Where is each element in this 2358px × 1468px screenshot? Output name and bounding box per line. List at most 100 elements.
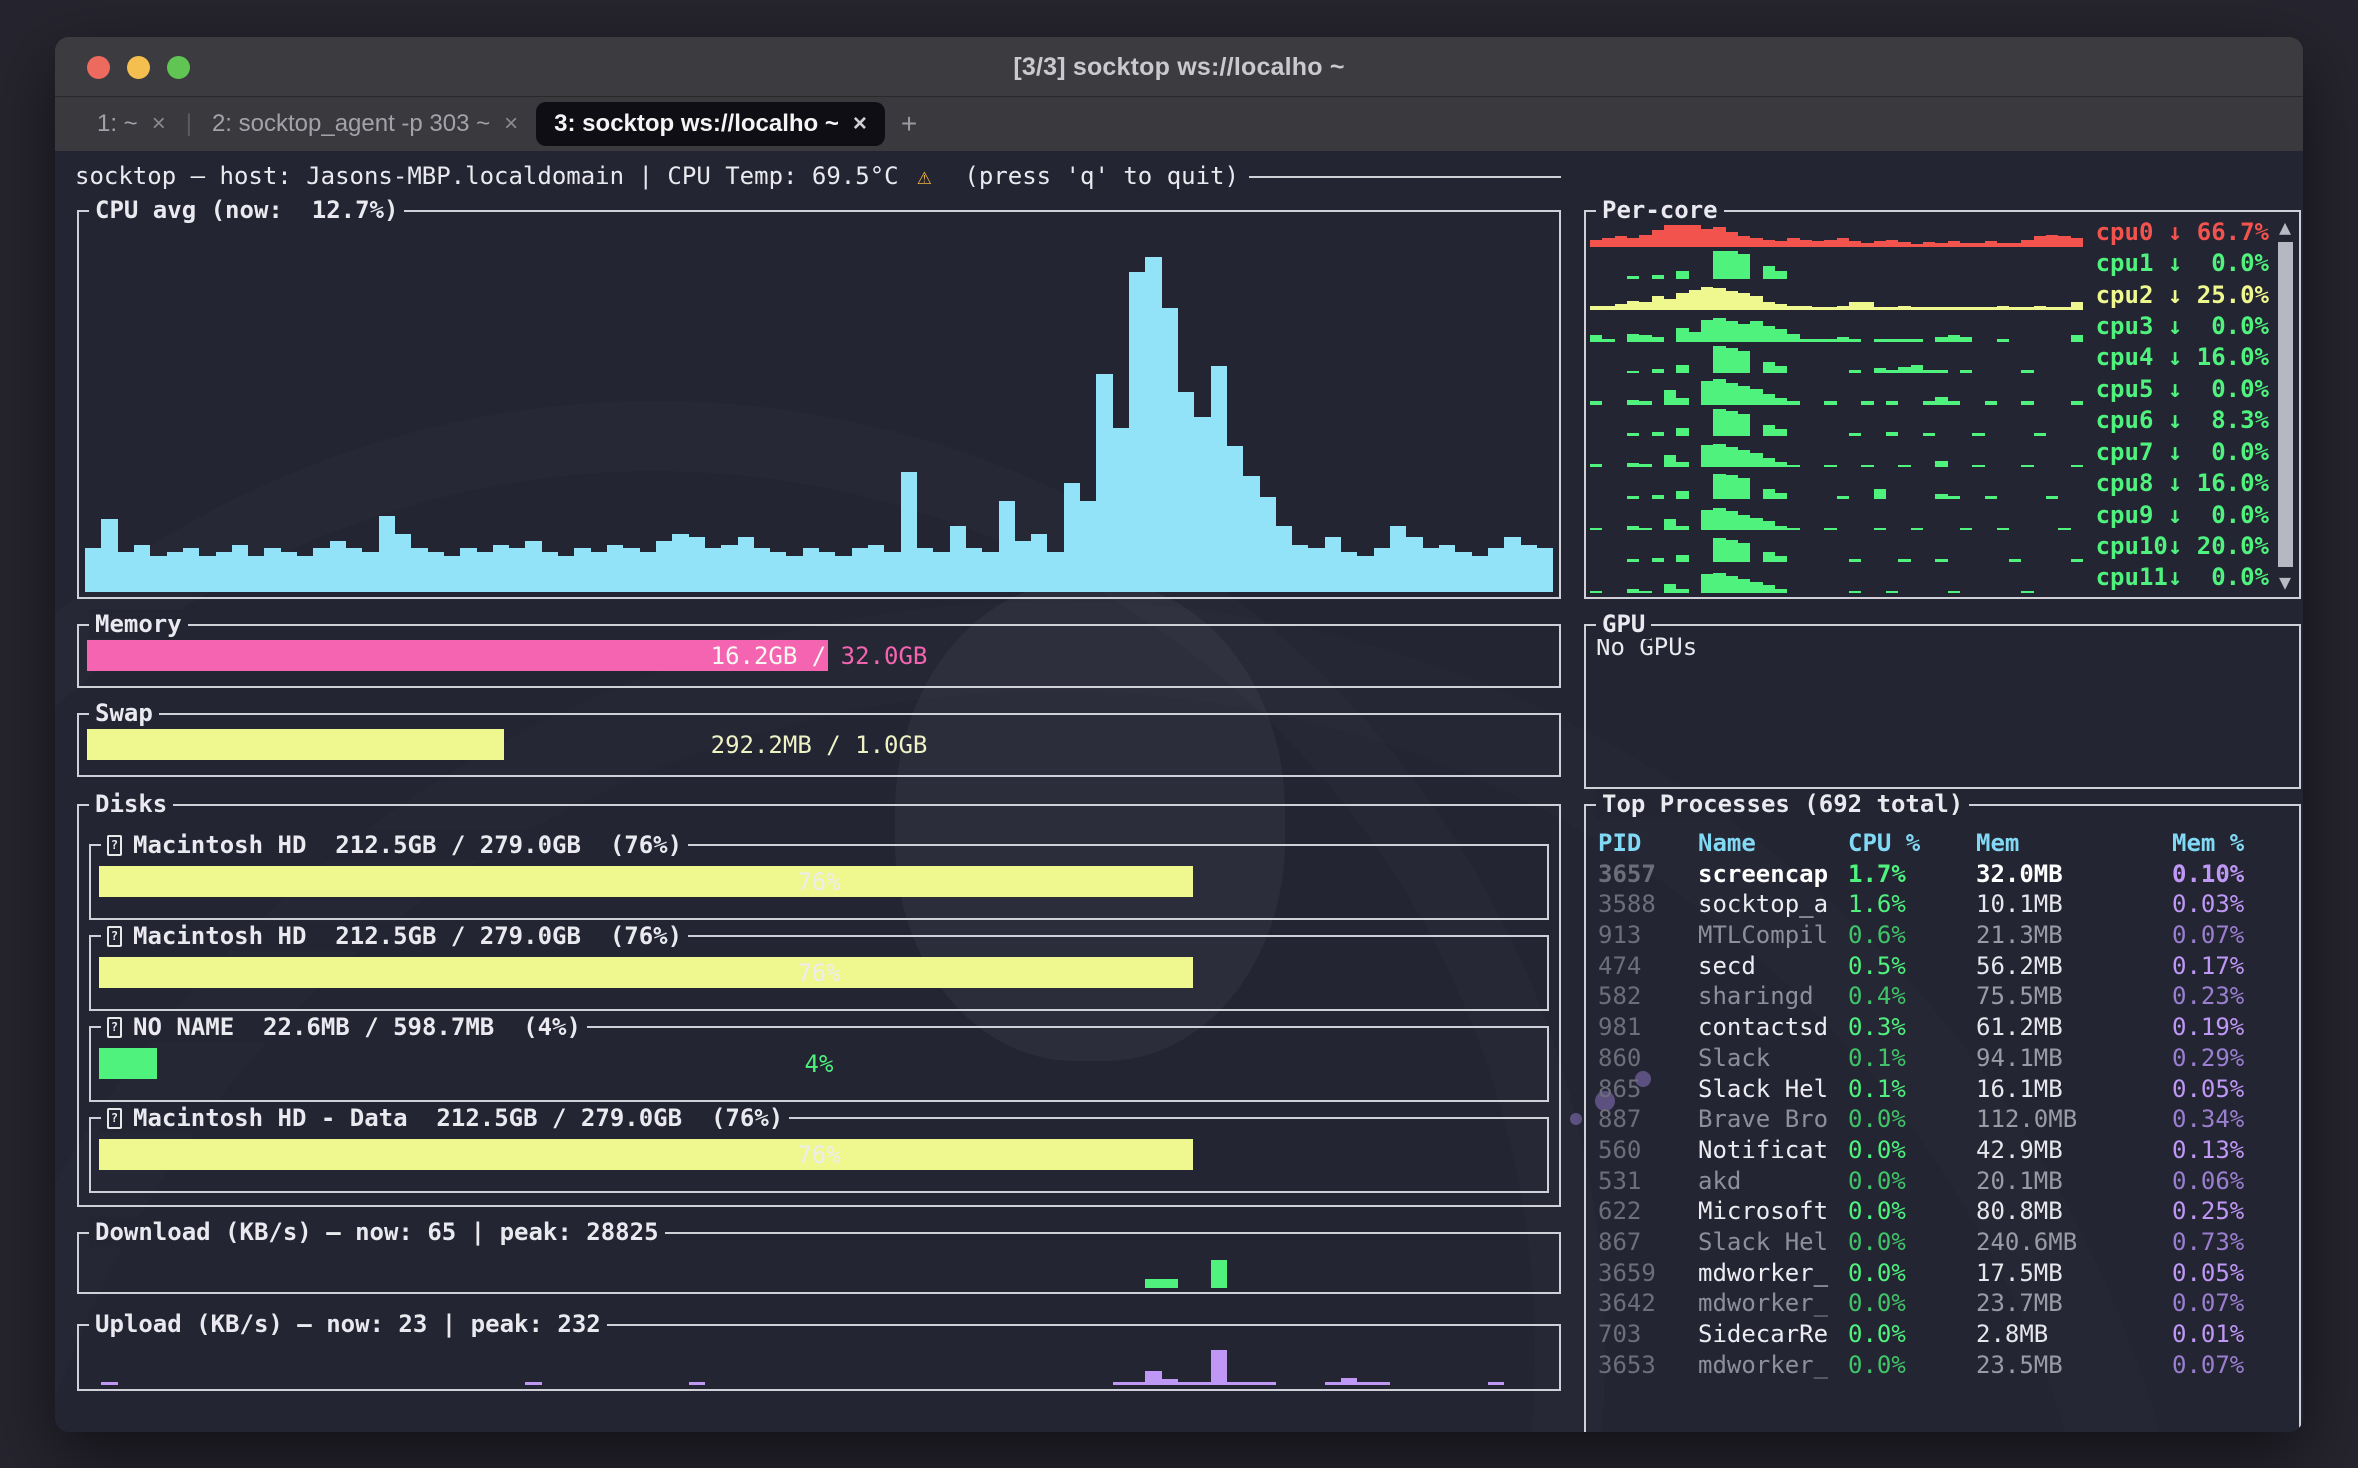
top-processes-panel: Top Processes (692 total) PIDNameCPU %Me… [1584, 804, 2301, 1432]
chart-bar [1390, 526, 1406, 592]
chart-bar [1701, 229, 1713, 248]
process-cell-memp: 0.07% [2172, 1288, 2299, 1319]
disk-percent-label: 4% [805, 1049, 834, 1079]
chart-bar [1713, 538, 1725, 562]
disk-panel-title: ?Macintosh HD 212.5GB / 279.0GB (76%) [101, 830, 688, 860]
process-cell-name: screencap [1698, 859, 1848, 890]
chart-bar [770, 552, 786, 592]
tab-2[interactable]: 2: socktop_agent -p 303 ~× [194, 102, 536, 146]
disk-title-text: Macintosh HD - Data 212.5GB / 279.0GB (7… [133, 1103, 783, 1133]
process-cell-mem: 23.7MB [1976, 1288, 2172, 1319]
chart-bar [477, 552, 493, 592]
chart-bar [1738, 254, 1750, 279]
process-cell-name: Slack Hel [1698, 1227, 1848, 1258]
chart-bar [1676, 293, 1688, 310]
tab-close-icon[interactable]: × [152, 110, 166, 138]
scroll-up-icon[interactable]: ▲ [2279, 214, 2291, 240]
process-cell-mem: 32.0MB [1976, 859, 2172, 890]
chart-bar [1676, 589, 1688, 593]
process-cell-memp: 0.19% [2172, 1012, 2299, 1043]
chart-bar [999, 501, 1015, 592]
tab-1[interactable]: 1: ~× [79, 102, 184, 146]
chart-bar [1676, 365, 1688, 373]
process-cell-name: socktop_a [1698, 889, 1848, 920]
chart-bar [2058, 236, 2070, 247]
core-row-cpu5: cpu5 ↓ 0.0% [1590, 373, 2269, 404]
chart-bar [1664, 455, 1676, 468]
chart-bar [1243, 476, 1259, 592]
chart-bar [1911, 365, 1923, 373]
chart-bar [1602, 238, 1614, 247]
disk-gauge: 4% [99, 1048, 1539, 1079]
process-cell-pid: 865 [1598, 1074, 1698, 1105]
disk-title-text: Macintosh HD 212.5GB / 279.0GB (76%) [133, 830, 682, 860]
chart-bar [362, 552, 378, 592]
chart-bar [85, 548, 101, 592]
gpu-panel: GPU No GPUs [1584, 624, 2301, 789]
tab-3[interactable]: 3: socktop ws://localho ~× [536, 102, 885, 146]
new-tab-button[interactable]: + [901, 108, 917, 140]
chart-bar [591, 552, 607, 592]
disk-panel-3: ?NO NAME 22.6MB / 598.7MB (4%)4% [89, 1026, 1549, 1102]
chart-bar [1031, 534, 1047, 592]
cpu-avg-title: CPU avg (now: 12.7%) [89, 195, 404, 225]
chart-bar [1504, 537, 1520, 592]
chart-bar [379, 516, 395, 592]
chart-bar [1145, 257, 1161, 592]
chart-bar [1676, 271, 1688, 279]
process-cell-memp: 0.34% [2172, 1104, 2299, 1135]
chart-bar [1664, 390, 1676, 404]
per-core-scrollbar[interactable]: ▲ ▼ [2273, 214, 2297, 595]
process-row: 867Slack Hel0.0%240.6MB0.73% [1586, 1227, 2299, 1258]
chart-bar [281, 552, 297, 592]
process-cell-name: sharingd [1698, 981, 1848, 1012]
chart-bar [950, 526, 966, 592]
process-row: 3588socktop_a1.6%10.1MB0.03% [1586, 889, 2299, 920]
core-sparkline [1590, 373, 2083, 404]
swap-gauge: 292.2MB / 1.0GB [87, 729, 1551, 760]
chart-bar [1676, 555, 1688, 562]
process-cell-pid: 531 [1598, 1166, 1698, 1197]
core-row-cpu9: cpu9 ↓ 0.0% [1590, 499, 2269, 530]
chart-bar [1227, 1382, 1243, 1385]
chart-bar [1775, 429, 1787, 436]
tab-bar: 1: ~×|2: socktop_agent -p 303 ~×3: sockt… [55, 97, 2303, 151]
process-cell-memp: 0.13% [2172, 1135, 2299, 1166]
status-line: socktop — host: Jasons-MBP.localdomain |… [75, 161, 1561, 191]
chart-bar [1935, 397, 1947, 405]
disk-panel-title: ?Macintosh HD - Data 212.5GB / 279.0GB (… [101, 1103, 789, 1133]
chart-bar [1701, 320, 1713, 342]
chart-bar [1738, 515, 1750, 531]
tab-close-icon[interactable]: × [504, 110, 518, 138]
status-host-text: socktop — host: Jasons-MBP.localdomain |… [75, 161, 913, 191]
chart-bar [1713, 288, 1725, 310]
chart-bar [1763, 362, 1775, 373]
process-cell-name: Slack [1698, 1043, 1848, 1074]
process-cell-pid: 887 [1598, 1104, 1698, 1135]
process-row: 703SidecarRe0.0%2.8MB0.01% [1586, 1319, 2299, 1350]
chart-bar [705, 548, 721, 592]
chart-bar [982, 552, 998, 592]
process-row: 582sharingd0.4%75.5MB0.23% [1586, 981, 2299, 1012]
chart-bar [1824, 240, 1836, 248]
disk-percent-label: 76% [797, 958, 840, 988]
process-cell-pid: 860 [1598, 1043, 1698, 1074]
core-sparkline [1590, 279, 2083, 310]
process-cell-mem: 21.3MB [1976, 920, 2172, 951]
chart-bar [738, 537, 754, 592]
scrollbar-thumb[interactable] [2278, 242, 2293, 567]
chart-bar [150, 556, 166, 592]
disk-panel-4: ?Macintosh HD - Data 212.5GB / 279.0GB (… [89, 1117, 1549, 1193]
chart-bar [444, 556, 460, 592]
scroll-down-icon[interactable]: ▼ [2279, 569, 2291, 595]
process-cell-mem: 240.6MB [1976, 1227, 2172, 1258]
tab-close-icon[interactable]: × [853, 110, 867, 138]
process-cell-pid: 3653 [1598, 1350, 1698, 1381]
chart-bar [1726, 576, 1738, 593]
process-cell-name: contactsd [1698, 1012, 1848, 1043]
chart-bar [1113, 1382, 1129, 1385]
core-sparkline [1590, 467, 2083, 498]
chart-bar [1227, 446, 1243, 592]
chart-bar [1113, 428, 1129, 592]
process-cell-name: MTLCompil [1698, 920, 1848, 951]
